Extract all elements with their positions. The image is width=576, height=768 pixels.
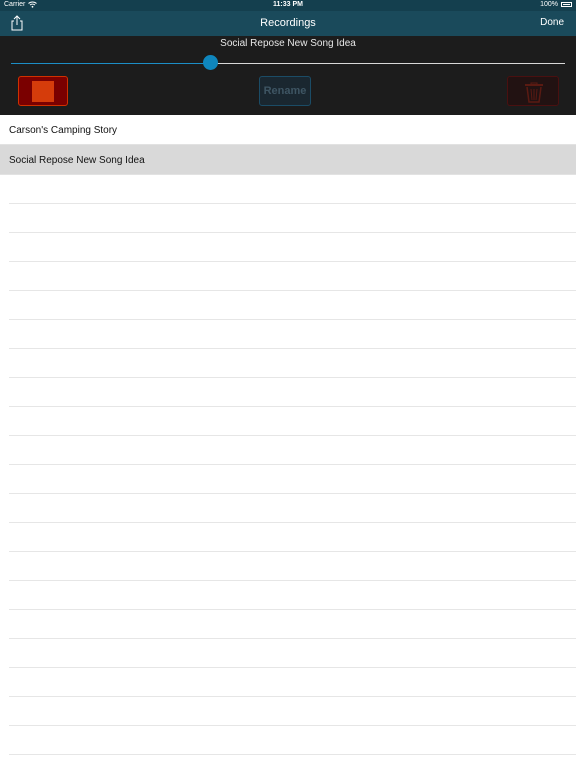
- list-item[interactable]: Carson's Camping Story: [0, 115, 576, 145]
- empty-row: [9, 233, 576, 262]
- empty-row: [9, 436, 576, 465]
- delete-button[interactable]: [507, 76, 559, 106]
- stop-icon: [32, 81, 54, 102]
- empty-row: [9, 552, 576, 581]
- page-title: Recordings: [260, 17, 316, 29]
- empty-row: [9, 407, 576, 436]
- now-playing-title: Social Repose New Song Idea: [220, 38, 356, 49]
- empty-row: [9, 523, 576, 552]
- empty-row: [9, 668, 576, 697]
- empty-row: [9, 610, 576, 639]
- recording-name: Social Repose New Song Idea: [9, 155, 145, 166]
- rename-button[interactable]: Rename: [259, 76, 311, 106]
- empty-row: [9, 581, 576, 610]
- slider-thumb[interactable]: [203, 55, 218, 70]
- empty-row: [9, 494, 576, 523]
- player-panel: Social Repose New Song Idea Rename: [0, 36, 576, 115]
- slider-track-remaining: [210, 63, 565, 64]
- list-item[interactable]: Social Repose New Song Idea: [0, 145, 576, 175]
- empty-row: [9, 175, 576, 204]
- empty-row: [9, 697, 576, 726]
- empty-row: [9, 291, 576, 320]
- empty-row: [9, 639, 576, 668]
- empty-row: [9, 204, 576, 233]
- status-bar: Carrier 11:33 PM 100%: [0, 0, 576, 11]
- empty-row: [9, 378, 576, 407]
- empty-row: [9, 349, 576, 378]
- done-button[interactable]: Done: [540, 17, 564, 28]
- empty-row: [9, 262, 576, 291]
- recordings-list: Carson's Camping Story Social Repose New…: [0, 115, 576, 755]
- trash-icon: [525, 82, 543, 103]
- status-time: 11:33 PM: [273, 1, 303, 8]
- recording-name: Carson's Camping Story: [9, 125, 118, 136]
- battery-icon: [561, 2, 572, 7]
- empty-row: [9, 726, 576, 755]
- navigation-bar: Recordings Done: [0, 11, 576, 36]
- slider-track-played: [11, 63, 210, 64]
- playback-slider[interactable]: [11, 55, 565, 71]
- battery-percent: 100%: [540, 1, 558, 8]
- empty-row: [9, 320, 576, 349]
- stop-button[interactable]: [18, 76, 68, 106]
- empty-row: [9, 465, 576, 494]
